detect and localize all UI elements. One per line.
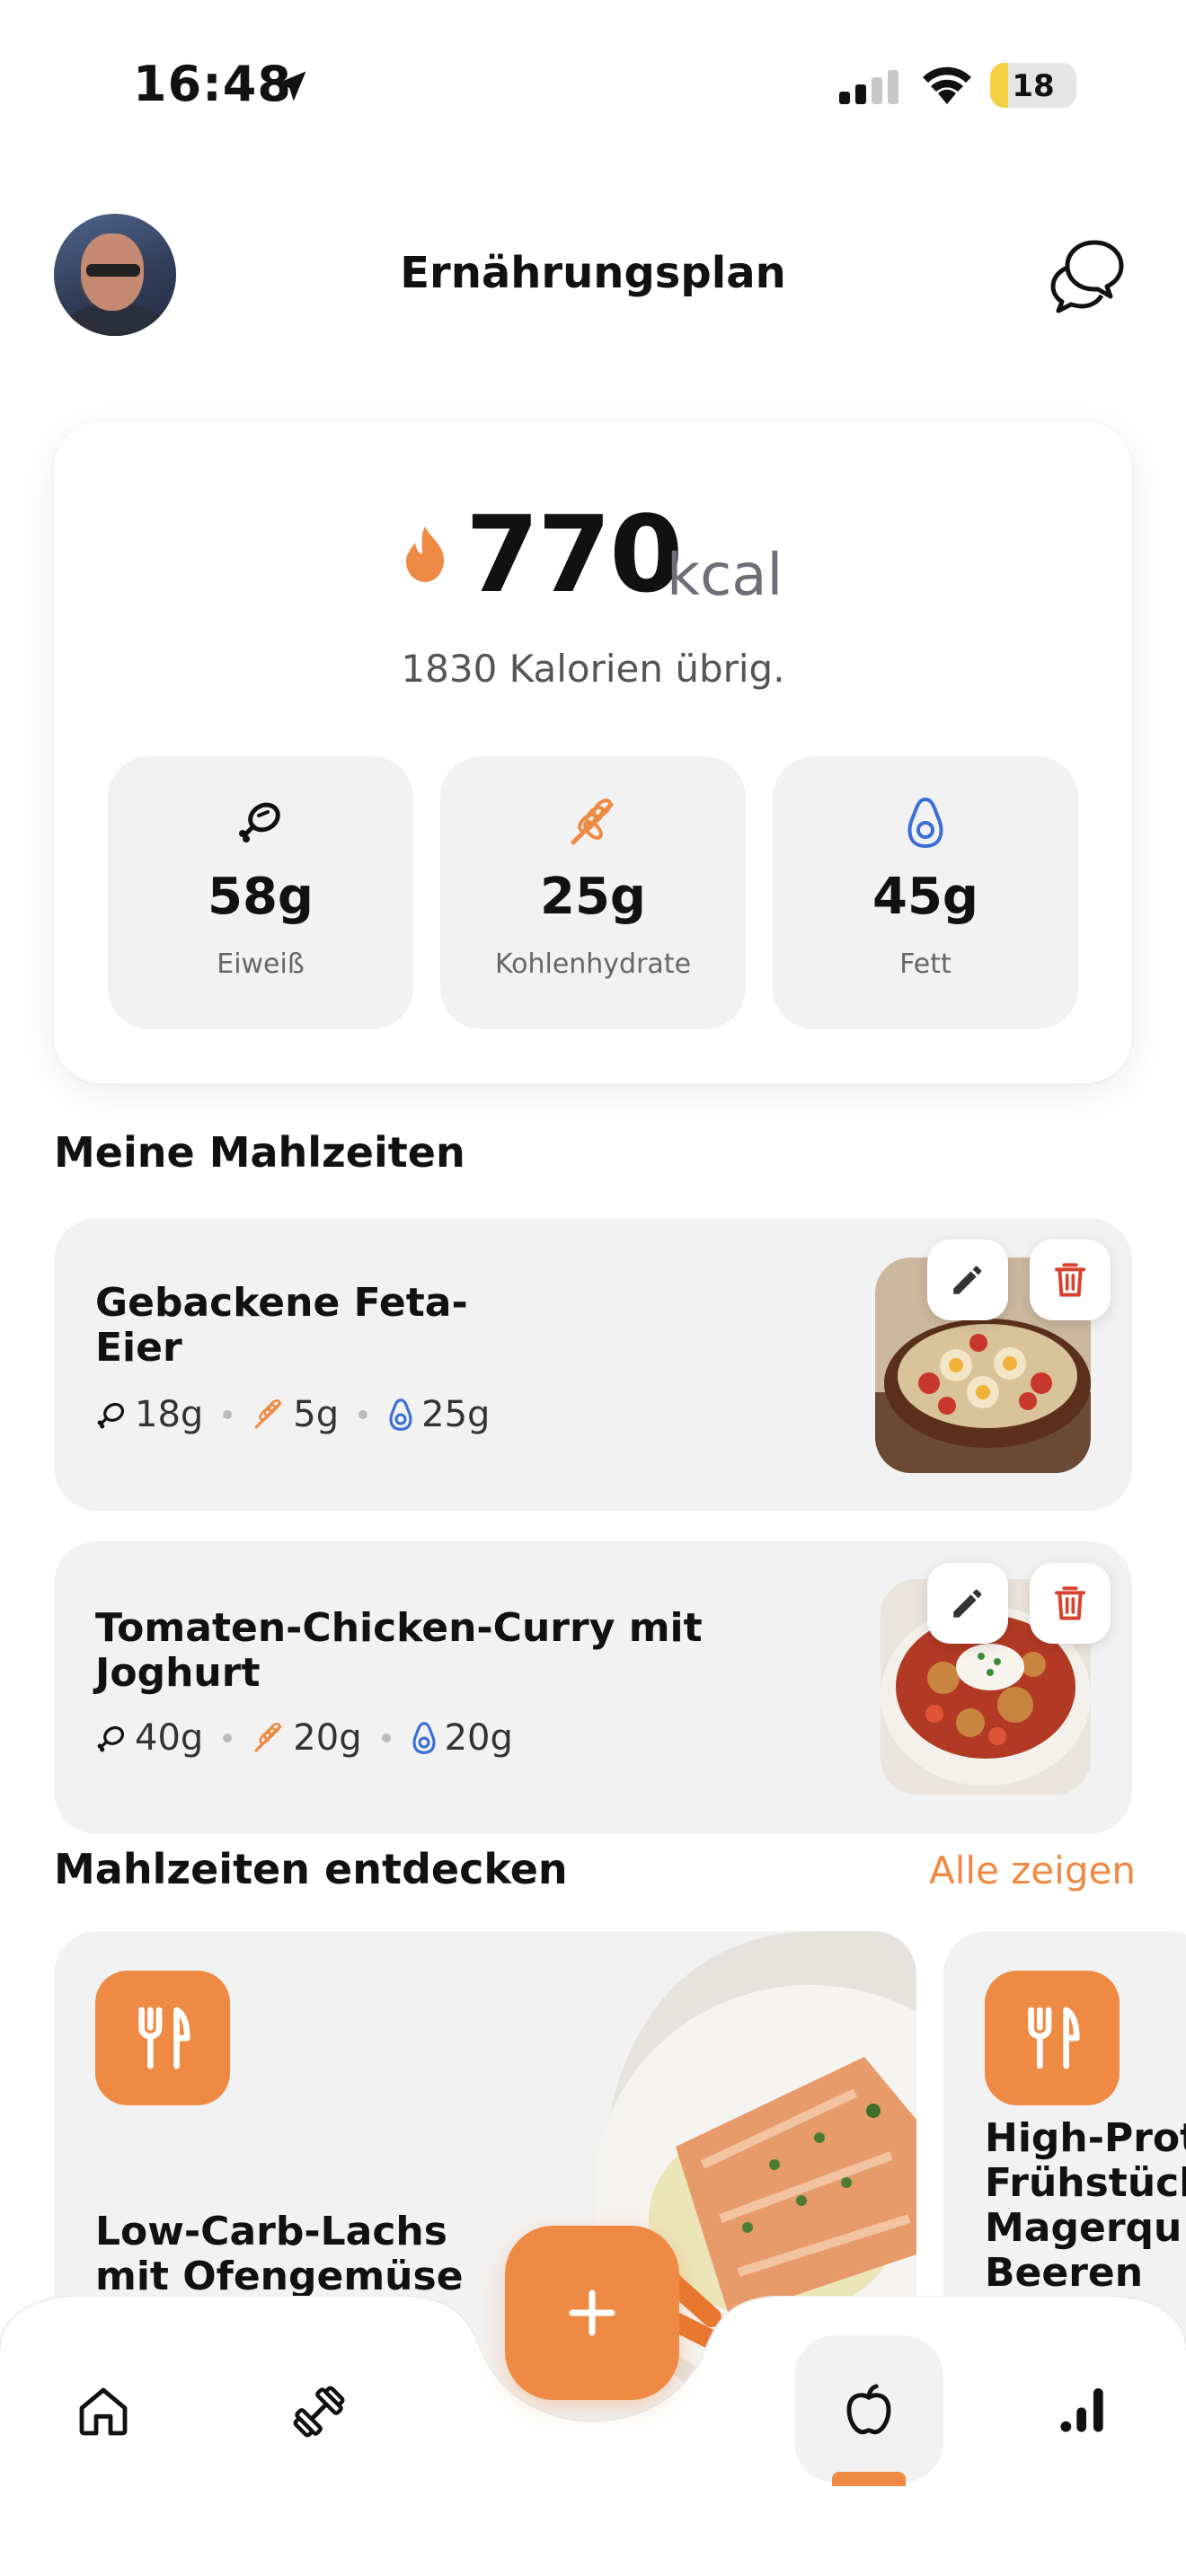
discover-item-title: Low-Carb-Lachs mit Ofengemüse (95, 2209, 464, 2299)
macro-protein: 58g Eiweiß (108, 756, 413, 1029)
meal-macros: 40g 20g 20g (95, 1717, 513, 1759)
protein-icon (97, 1725, 125, 1752)
apple-icon (846, 2384, 891, 2435)
cutlery-icon (138, 2007, 190, 2069)
bar-chart-icon (1060, 2388, 1103, 2432)
see-all-link[interactable]: Alle zeigen (929, 1848, 1136, 1892)
meal-macros: 18g 5g 25g (95, 1394, 490, 1435)
home-icon (79, 2387, 128, 2436)
macro-fat-value: 45g (872, 868, 978, 926)
macro-fat: 45g Fett (773, 756, 1078, 1029)
macro-fat-label: Fett (899, 948, 951, 980)
nav-workout[interactable] (279, 2371, 359, 2452)
battery-level: 18 (1012, 68, 1055, 104)
edit-meal-button[interactable] (927, 1239, 1008, 1320)
macro-carbs-label: Kohlenhydrate (494, 948, 692, 980)
trash-icon (1055, 1263, 1085, 1297)
pencil-icon (953, 1589, 982, 1618)
macro-protein-label: Eiweiß (217, 948, 305, 980)
macro-protein-value: 58g (207, 868, 314, 926)
nav-home[interactable] (63, 2371, 144, 2452)
protein-icon (97, 1402, 125, 1429)
fat-icon (389, 1398, 412, 1431)
discover-item-title: High-Prot Frühstück Magerqu Beeren (985, 2115, 1186, 2296)
macro-carbs: 25g Kohlenhydrate (440, 756, 746, 1029)
flame-icon (406, 526, 444, 582)
discover-title: Mahlzeiten entdecken (54, 1845, 568, 1893)
carbs-icon (254, 1398, 282, 1429)
carbs-icon (571, 798, 614, 845)
add-meal-button[interactable] (505, 2226, 679, 2400)
pencil-icon (953, 1266, 982, 1294)
delete-meal-button[interactable] (1030, 1239, 1111, 1320)
carbs-icon (254, 1722, 282, 1752)
cellular-signal-icon (839, 70, 898, 104)
edit-meal-button[interactable] (927, 1563, 1008, 1644)
page-title: Ernährungsplan (400, 248, 786, 298)
status-bar: 16:48 18 (0, 0, 1186, 171)
calories-value: 770 (465, 492, 683, 616)
trash-icon (1055, 1586, 1085, 1620)
location-arrow-icon (276, 71, 306, 101)
battery-indicator: 18 (990, 63, 1076, 108)
cutlery-badge (985, 1971, 1120, 2105)
calories-remaining: 1830 Kalorien übrig. (401, 647, 785, 691)
plus-icon (569, 2289, 615, 2336)
fat-icon (907, 797, 943, 849)
protein-icon (239, 802, 280, 842)
fat-icon (412, 1722, 436, 1754)
wifi-icon (923, 66, 971, 104)
nav-active-indicator (832, 2472, 906, 2486)
my-meals-title: Meine Mahlzeiten (54, 1128, 465, 1177)
cutlery-icon (1028, 2007, 1080, 2069)
calories-unit: kcal (667, 543, 783, 609)
cutlery-badge (95, 1971, 230, 2105)
nav-nutrition[interactable] (828, 2369, 909, 2450)
meal-name: Gebackene Feta- Eier (95, 1280, 468, 1371)
status-time: 16:48 (133, 56, 292, 112)
chat-icon[interactable] (1048, 235, 1128, 316)
dumbbell-icon (293, 2386, 345, 2438)
meal-name: Tomaten-Chicken-Curry mit Joghurt (95, 1605, 703, 1696)
macro-carbs-value: 25g (539, 868, 646, 926)
delete-meal-button[interactable] (1030, 1563, 1111, 1644)
nav-stats[interactable] (1042, 2369, 1123, 2450)
